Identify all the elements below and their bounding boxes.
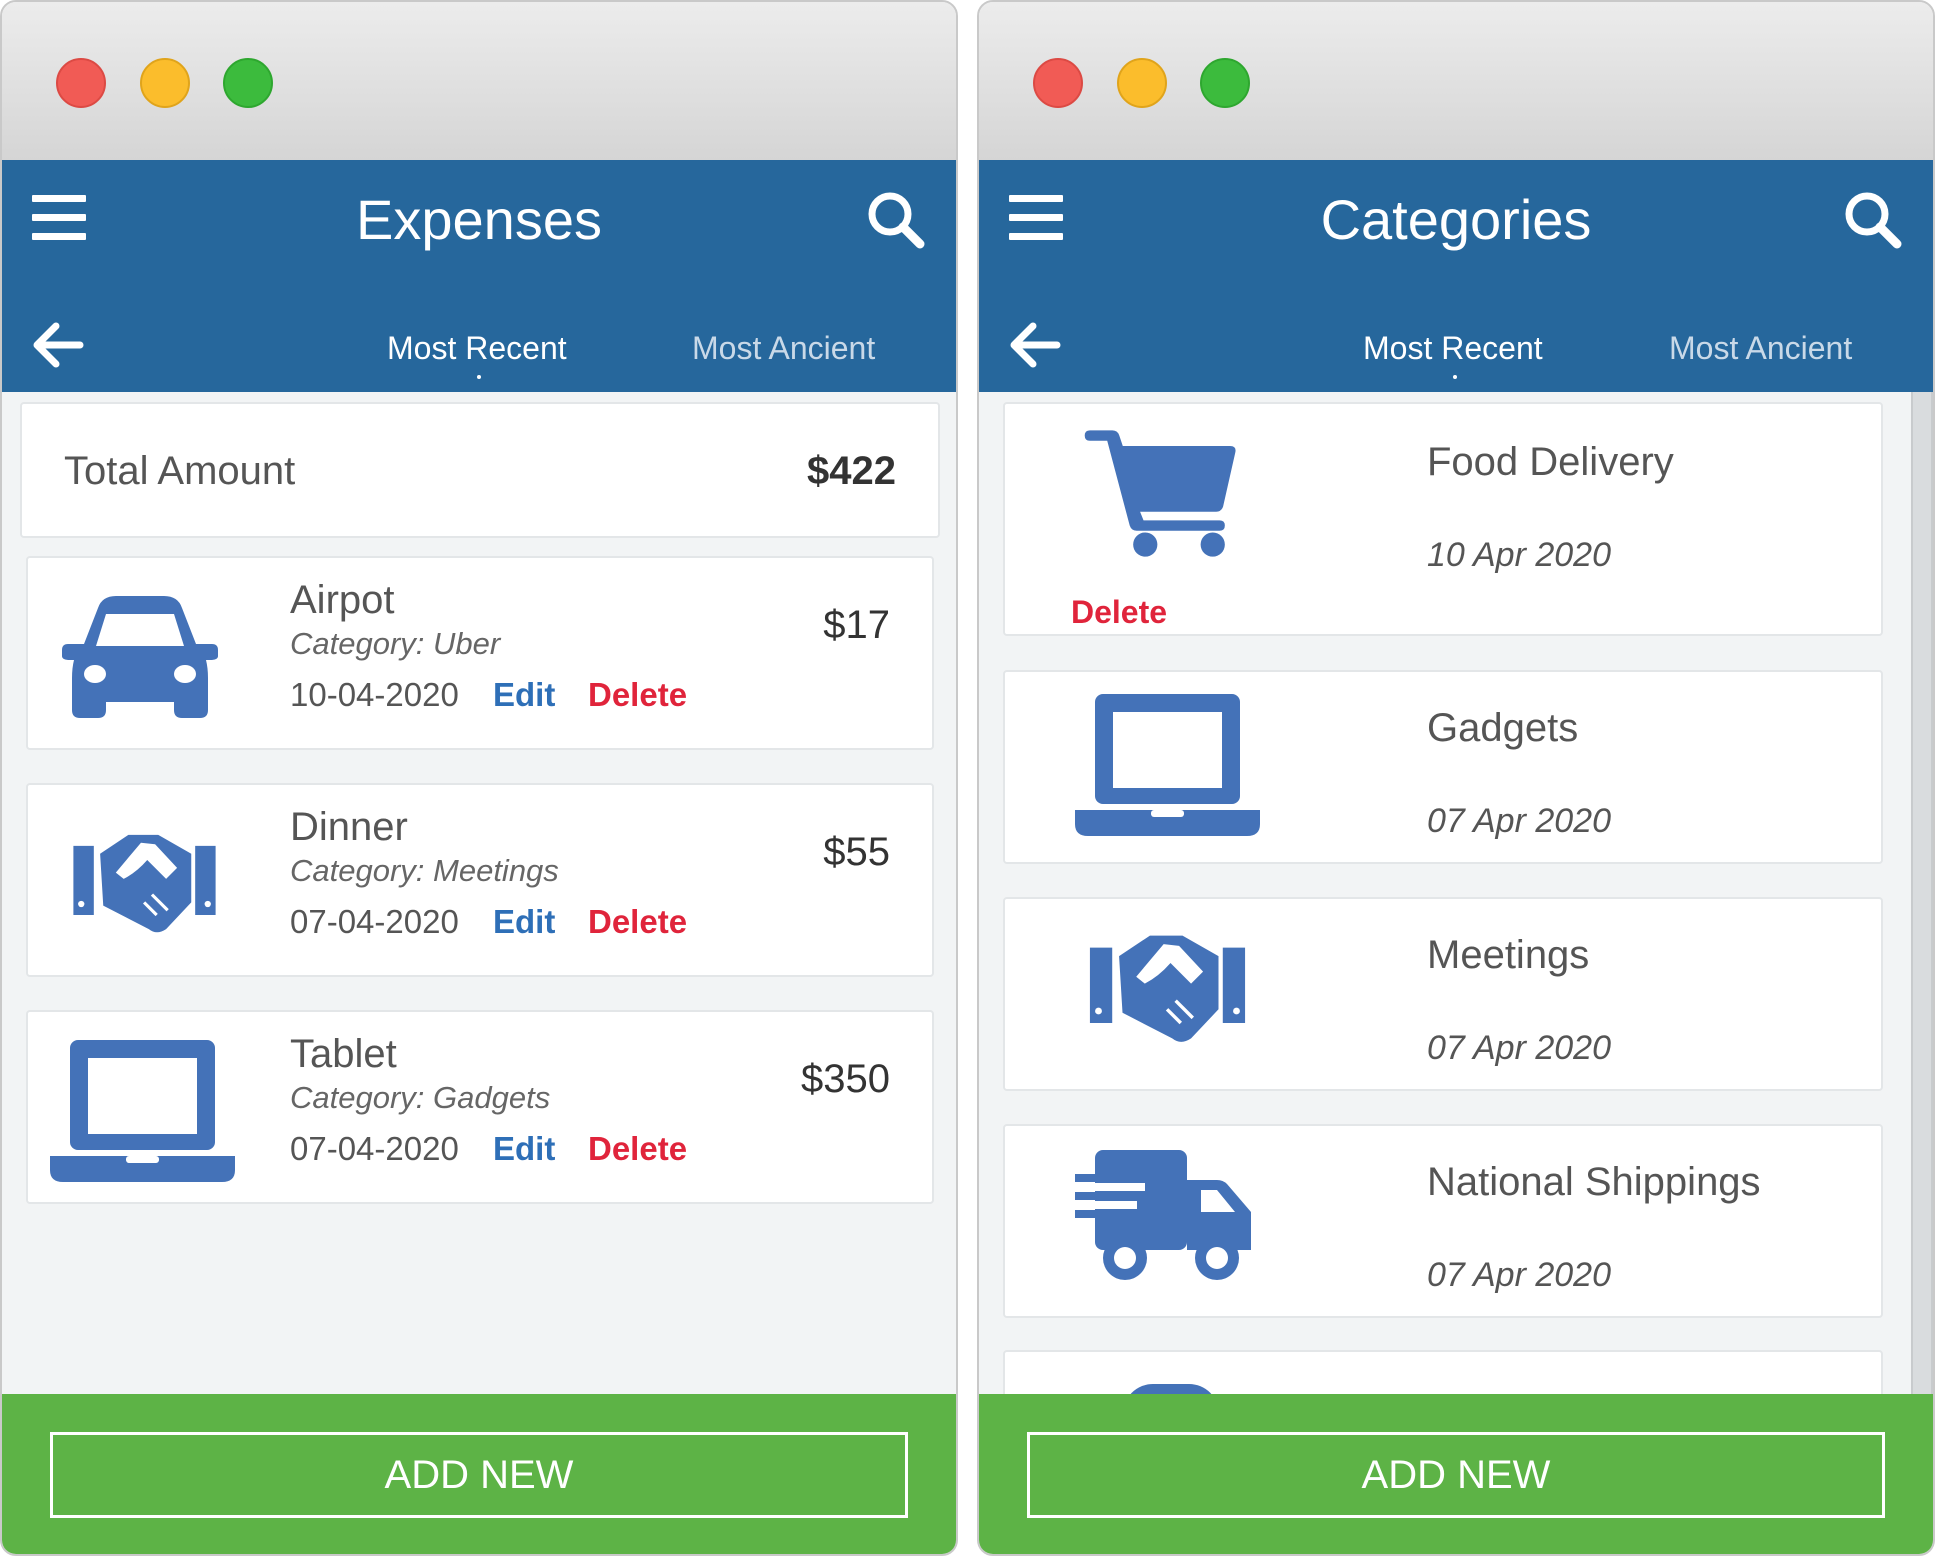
delete-link[interactable]: Delete	[1071, 594, 1167, 631]
expense-date: 07-04-2020	[290, 903, 459, 940]
expense-date: 07-04-2020	[290, 1130, 459, 1167]
active-tab-indicator	[477, 375, 481, 379]
scrollbar-thumb[interactable]	[1913, 392, 1931, 1394]
expense-item[interactable]: Dinner Category: Meetings 07-04-2020 Edi…	[26, 783, 934, 977]
category-name: Meetings	[1427, 933, 1590, 977]
truck-icon	[1075, 1140, 1260, 1295]
total-amount-label: Total Amount	[64, 449, 296, 493]
expense-category: Category: Uber	[290, 626, 501, 661]
delete-link[interactable]: Delete	[588, 903, 687, 941]
minimize-window-button[interactable]	[1117, 58, 1167, 108]
active-tab-indicator	[1453, 375, 1457, 379]
expense-item[interactable]: Airpot Category: Uber 10-04-2020 Edit De…	[26, 556, 934, 750]
page-title: Categories	[1320, 188, 1592, 251]
expense-amount: $55	[823, 830, 890, 874]
expense-category: Category: Gadgets	[290, 1080, 551, 1115]
category-date: 10 Apr 2020	[1427, 536, 1611, 574]
delete-link[interactable]: Delete	[588, 676, 687, 714]
expense-amount: $17	[823, 603, 890, 647]
add-new-button[interactable]: ADD NEW	[1027, 1432, 1885, 1518]
category-name: National Shippings	[1427, 1160, 1761, 1204]
tab-most-ancient[interactable]: Most Ancient	[1669, 328, 1852, 368]
maximize-window-button[interactable]	[1200, 58, 1250, 108]
expense-list[interactable]: Total Amount $422 Airpot Category: Uber …	[2, 392, 956, 1394]
close-window-button[interactable]	[1033, 58, 1083, 108]
edit-link[interactable]: Edit	[493, 676, 555, 714]
expense-item[interactable]: Tablet Category: Gadgets 07-04-2020 Edit…	[26, 1010, 934, 1204]
expenses-window: Expenses Most Recent Most Ancient Total …	[0, 0, 958, 1556]
scrollbar[interactable]	[1911, 392, 1933, 1394]
expense-title: Dinner	[290, 805, 408, 849]
app-header: Categories Most Recent Most Ancient	[979, 160, 1933, 392]
category-item[interactable]	[1003, 1350, 1883, 1394]
app-header: Expenses Most Recent Most Ancient	[2, 160, 956, 392]
category-item[interactable]: Meetings 07 Apr 2020	[1003, 897, 1883, 1091]
expense-amount: $350	[801, 1057, 890, 1101]
handshake-icon	[1075, 927, 1260, 1047]
back-arrow-icon[interactable]	[1009, 322, 1061, 368]
back-arrow-icon[interactable]	[32, 322, 84, 368]
footer-bar: ADD NEW	[2, 1394, 956, 1554]
expense-title: Airpot	[290, 578, 395, 622]
categories-window: Categories Most Recent Most Ancient Food…	[977, 0, 1935, 1556]
category-list[interactable]: Food Delivery 10 Apr 2020 Delete Gadgets…	[979, 392, 1933, 1394]
expense-title: Tablet	[290, 1032, 397, 1076]
window-titlebar	[979, 2, 1933, 160]
laptop-icon	[50, 1032, 235, 1187]
page-title: Expenses	[356, 188, 602, 251]
expense-date: 10-04-2020	[290, 676, 459, 713]
minimize-window-button[interactable]	[140, 58, 190, 108]
category-item[interactable]: Food Delivery 10 Apr 2020 Delete	[1003, 402, 1883, 636]
edit-link[interactable]: Edit	[493, 903, 555, 941]
tab-most-recent[interactable]: Most Recent	[1363, 328, 1543, 368]
search-icon[interactable]	[866, 190, 926, 250]
category-name: Gadgets	[1427, 706, 1579, 750]
handshake-icon	[52, 827, 237, 937]
category-icon	[1123, 1384, 1219, 1394]
category-item[interactable]: National Shippings 07 Apr 2020	[1003, 1124, 1883, 1318]
delete-link[interactable]: Delete	[588, 1130, 687, 1168]
tab-most-ancient[interactable]: Most Ancient	[692, 328, 875, 368]
category-date: 07 Apr 2020	[1427, 1029, 1611, 1067]
edit-link[interactable]: Edit	[493, 1130, 555, 1168]
category-item[interactable]: Gadgets 07 Apr 2020	[1003, 670, 1883, 864]
window-titlebar	[2, 2, 956, 160]
car-icon	[50, 586, 228, 726]
search-icon[interactable]	[1843, 190, 1903, 250]
total-amount-card: Total Amount $422	[20, 402, 940, 538]
maximize-window-button[interactable]	[223, 58, 273, 108]
footer-bar: ADD NEW	[979, 1394, 1933, 1554]
tab-most-recent[interactable]: Most Recent	[387, 328, 567, 368]
category-date: 07 Apr 2020	[1427, 802, 1611, 840]
shopping-cart-icon	[1083, 418, 1243, 563]
category-name: Food Delivery	[1427, 440, 1674, 484]
category-date: 07 Apr 2020	[1427, 1256, 1611, 1294]
close-window-button[interactable]	[56, 58, 106, 108]
expense-category: Category: Meetings	[290, 853, 559, 888]
laptop-icon	[1075, 686, 1260, 841]
add-new-button[interactable]: ADD NEW	[50, 1432, 908, 1518]
total-amount-value: $422	[807, 449, 896, 493]
